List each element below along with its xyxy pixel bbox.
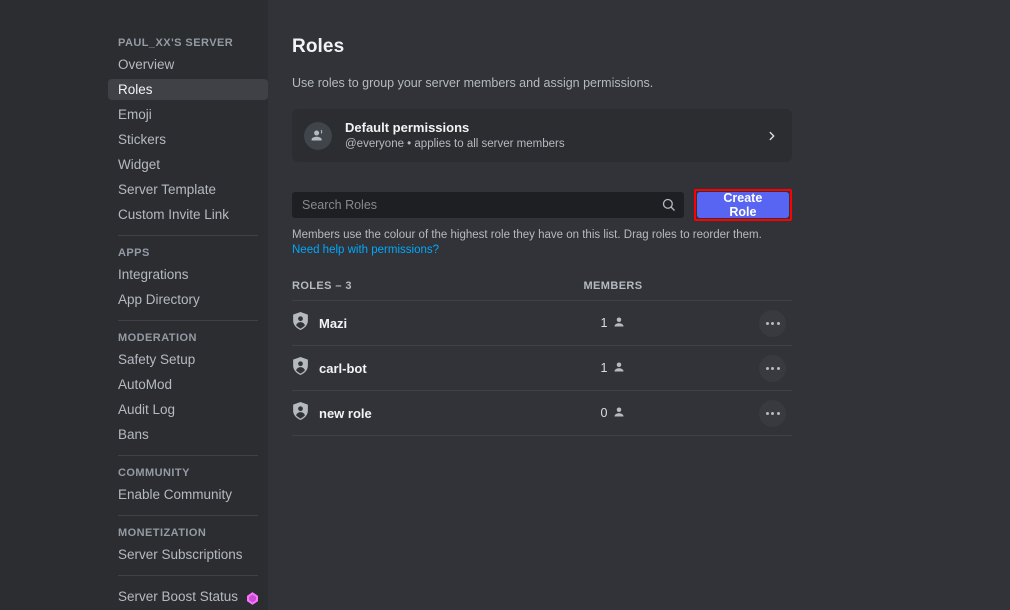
sidebar-divider	[118, 575, 258, 576]
sidebar-group-header: COMMUNITY	[118, 467, 190, 479]
more-horizontal-icon	[765, 321, 780, 325]
sidebar-item-label: Widget	[118, 157, 161, 172]
role-more-options-button[interactable]	[759, 309, 786, 337]
sidebar-item-label: Custom Invite Link	[118, 207, 230, 222]
sidebar-item-emoji[interactable]: Emoji	[108, 104, 268, 125]
sidebar-item-label: App Directory	[118, 292, 200, 307]
sidebar-divider	[118, 320, 258, 321]
roles-hint: Members use the colour of the highest ro…	[292, 228, 792, 258]
create-role-highlight: Create Role	[693, 189, 792, 221]
role-shield-icon	[292, 401, 309, 425]
sidebar-item-roles[interactable]: Roles	[108, 79, 268, 100]
role-name-cell: Mazi	[292, 311, 550, 335]
sidebar-item-label: Audit Log	[118, 402, 176, 417]
sidebar-item-enable-community[interactable]: Enable Community	[108, 484, 268, 505]
sidebar-item-server-boost-status[interactable]: Server Boost Status	[108, 586, 268, 607]
sidebar-item-widget[interactable]: Widget	[108, 154, 268, 175]
role-member-count: 1	[600, 316, 608, 330]
column-header-roles: ROLES – 3	[292, 280, 352, 292]
permissions-help-link[interactable]: Need help with permissions?	[292, 244, 439, 256]
table-row[interactable]: Mazi 1	[292, 301, 792, 346]
role-member-count-cell: 1	[550, 361, 730, 376]
sidebar-item-label: Enable Community	[118, 487, 233, 502]
everyone-avatar	[304, 121, 332, 150]
more-horizontal-icon	[765, 411, 780, 415]
role-member-count: 1	[600, 361, 608, 375]
sidebar-item-safety-setup[interactable]: Safety Setup	[108, 349, 268, 370]
sidebar-group-header: APPS	[118, 247, 150, 259]
sidebar-item-custom-invite-link[interactable]: Custom Invite Link	[108, 204, 268, 225]
sidebar-group-header: PAUL_XX'S SERVER	[118, 37, 234, 49]
sidebar-item-label: Server Subscriptions	[118, 547, 243, 562]
sidebar-item-label: Integrations	[118, 267, 189, 282]
boost-gem-icon	[247, 590, 258, 605]
roles-hint-text: Members use the colour of the highest ro…	[292, 229, 762, 241]
search-input[interactable]	[302, 198, 656, 212]
default-permissions-title: Default permissions	[345, 119, 470, 135]
sidebar-item-server-template[interactable]: Server Template	[108, 179, 268, 200]
sidebar-item-label: Bans	[118, 427, 149, 442]
role-member-count-cell: 1	[550, 316, 730, 331]
role-shield-icon	[292, 311, 309, 335]
role-shield-icon	[292, 356, 309, 380]
roles-table-header: ROLES – 3 MEMBERS	[292, 280, 792, 301]
sidebar-item-label: Safety Setup	[118, 352, 196, 367]
page-subtitle: Use roles to group your server members a…	[292, 76, 654, 90]
chevron-right-icon	[769, 131, 775, 140]
sidebar-item-automod[interactable]: AutoMod	[108, 374, 268, 395]
page-title: Roles	[292, 36, 345, 57]
table-row[interactable]: new role 0	[292, 391, 792, 436]
table-row[interactable]: carl-bot 1	[292, 346, 792, 391]
search-row: Create Role	[292, 189, 792, 221]
default-permissions-description: @everyone • applies to all server member…	[345, 137, 565, 150]
settings-sidebar: PAUL_XX'S SERVER Overview Roles Emoji Sticke…	[0, 0, 268, 610]
main-content: Roles Use roles to group your server mem…	[268, 0, 1010, 610]
role-name: carl-bot	[319, 360, 367, 376]
search-icon	[661, 197, 676, 217]
sidebar-item-audit-log[interactable]: Audit Log	[108, 399, 268, 420]
sidebar-divider	[118, 235, 258, 236]
sidebar-item-label: Stickers	[118, 132, 167, 147]
role-more-options-button[interactable]	[759, 399, 786, 427]
column-header-members: MEMBERS	[583, 280, 643, 292]
discord-server-settings: PAUL_XX'S SERVER Overview Roles Emoji Sticke…	[0, 0, 1010, 610]
sidebar-item-integrations[interactable]: Integrations	[108, 264, 268, 285]
search-roles-box[interactable]	[292, 192, 684, 218]
member-icon	[613, 361, 625, 376]
sidebar-item-overview[interactable]: Overview	[108, 54, 268, 75]
roles-list: Mazi 1 carl-bot 1 new role 0	[292, 301, 792, 436]
role-more-options-button[interactable]	[759, 354, 786, 382]
sidebar-group-header: MODERATION	[118, 332, 197, 344]
default-permissions-card[interactable]: Default permissions @everyone • applies …	[292, 109, 792, 162]
sidebar-item-label: Server Boost Status	[118, 589, 239, 604]
sidebar-item-label: Server Template	[118, 182, 217, 197]
more-horizontal-icon	[765, 366, 780, 370]
member-icon	[613, 316, 625, 331]
sidebar-item-label: Overview	[118, 57, 175, 72]
sidebar-item-stickers[interactable]: Stickers	[108, 129, 268, 150]
role-member-count: 0	[600, 406, 608, 420]
role-name-cell: new role	[292, 401, 550, 425]
people-icon	[311, 129, 322, 141]
sidebar-item-label: AutoMod	[118, 377, 173, 392]
sidebar-item-app-directory[interactable]: App Directory	[108, 289, 268, 310]
sidebar-item-server-subscriptions[interactable]: Server Subscriptions	[108, 544, 268, 565]
role-member-count-cell: 0	[550, 406, 730, 421]
sidebar-divider	[118, 455, 258, 456]
role-name: Mazi	[319, 315, 348, 331]
sidebar-group-header: MONETIZATION	[118, 527, 207, 539]
role-name-cell: carl-bot	[292, 356, 550, 380]
sidebar-item-label: Emoji	[118, 107, 152, 122]
member-icon	[613, 406, 625, 421]
role-name: new role	[319, 405, 372, 421]
sidebar-divider	[118, 515, 258, 516]
create-role-button[interactable]: Create Role	[696, 191, 789, 219]
sidebar-item-label: Roles	[118, 82, 153, 97]
sidebar-item-bans[interactable]: Bans	[108, 424, 268, 445]
